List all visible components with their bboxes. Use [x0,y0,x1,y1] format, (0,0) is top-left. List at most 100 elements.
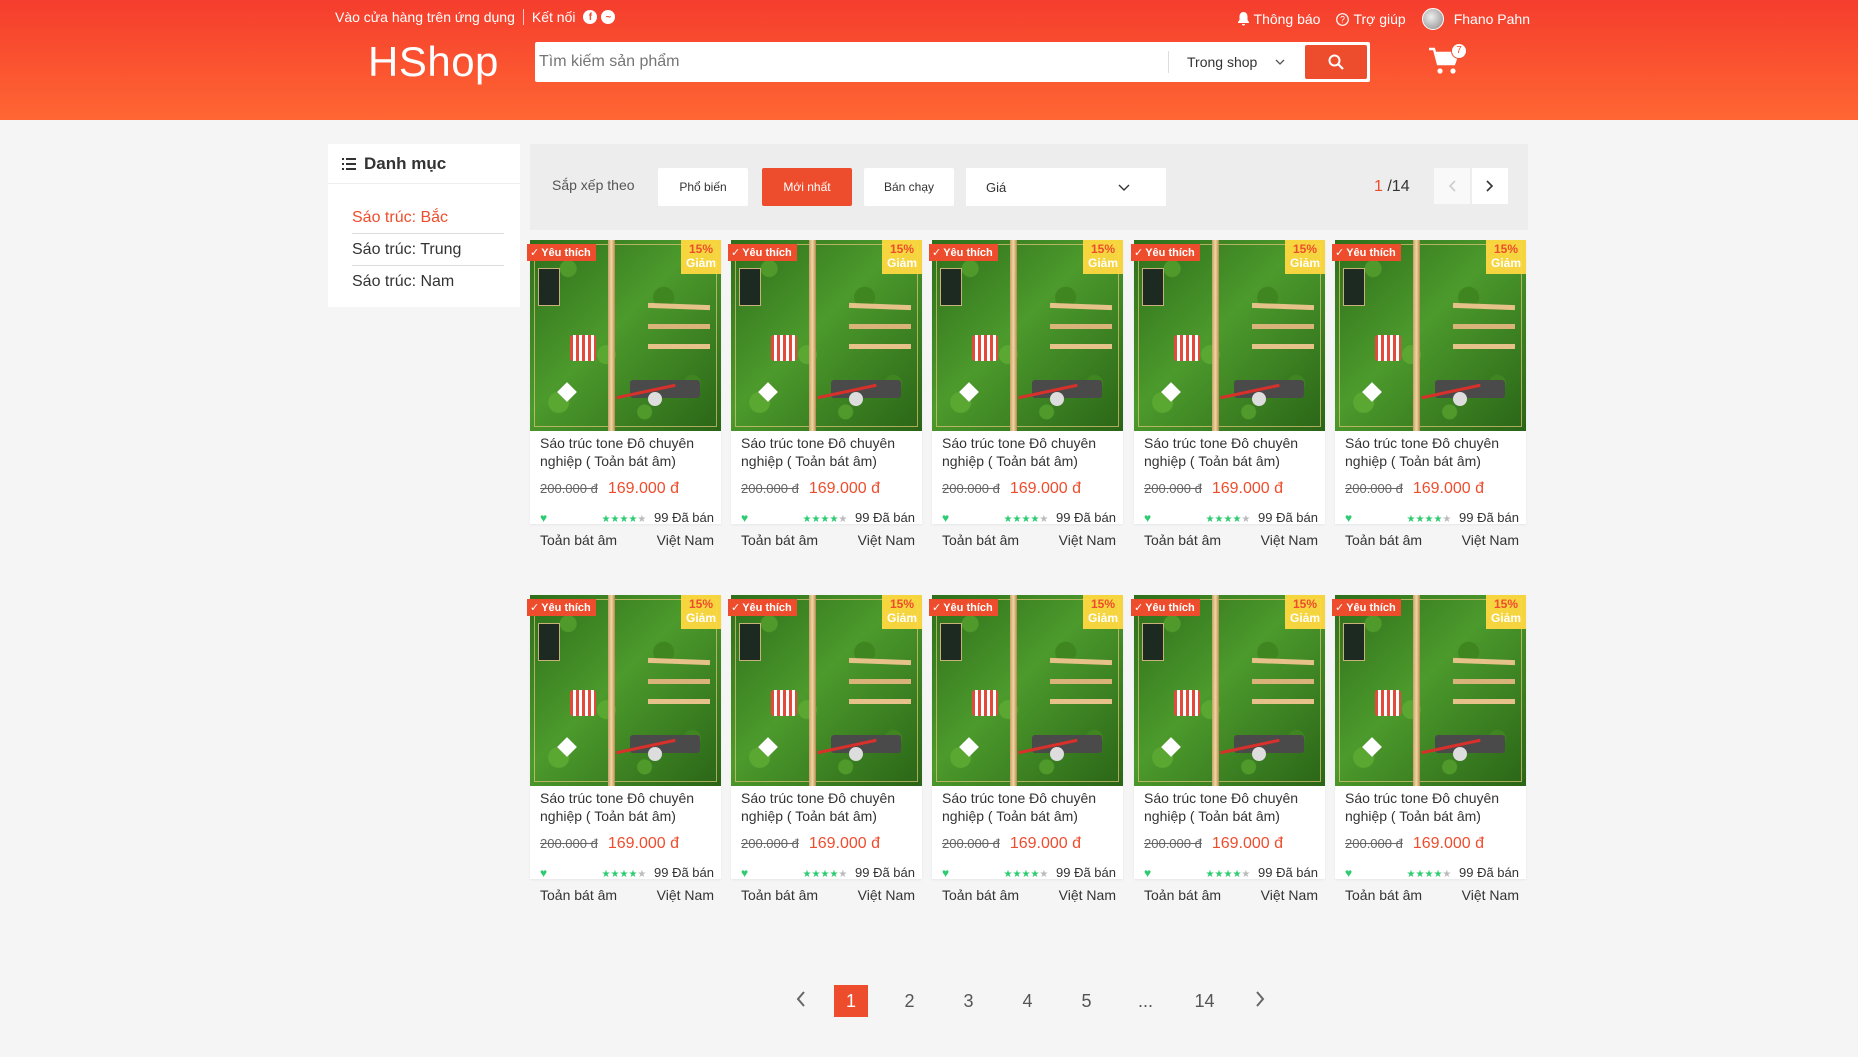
category-item-nam[interactable]: Sáo trúc: Nam [352,266,504,298]
pagination-page[interactable]: 4 [998,991,1057,1012]
pagination-page[interactable]: 3 [939,991,998,1012]
old-price: 200.000 đ [540,481,598,496]
favorite-badge: ✓ Yêu thích [728,244,797,261]
check-icon: ✓ [731,247,741,259]
next-page-button[interactable] [1472,168,1508,204]
category-item-bac[interactable]: Sáo trúc: Bắc [352,202,504,234]
notifications-link[interactable]: Thông báo [1237,11,1321,27]
heart-icon[interactable]: ♥ [540,866,547,880]
chevron-left-icon [1448,180,1456,192]
app-promo-link[interactable]: Vào cửa hàng trên ứng dụng [335,9,515,25]
favorite-badge: ✓ Yêu thích [527,599,596,616]
pagination-page[interactable]: 1 [834,985,868,1017]
sort-price-select[interactable]: Giá [966,168,1166,206]
product-origin: Việt Nam [857,532,915,548]
product-name: Sáo trúc tone Đô chuyên nghiệp ( Toản bá… [741,790,896,824]
product-brand: Toản bát âm [741,532,819,548]
heart-icon[interactable]: ♥ [1144,866,1151,880]
old-price: 200.000 đ [942,836,1000,851]
product-footer: Toản bát âm Việt Nam [741,532,915,548]
product-card[interactable]: ✓ Yêu thích 15% Giảm Sáo trúc tone Đô ch… [1131,595,1325,903]
product-footer: Toản bát âm Việt Nam [1144,887,1318,903]
pagination-page[interactable]: 14 [1175,991,1234,1012]
current-price: 169.000 đ [607,480,680,497]
rating-stars: ★★★★★ [1003,869,1049,880]
help-link[interactable]: ? Trợ giúp [1336,11,1406,27]
product-prices: 200.000 đ 169.000 đ [741,480,880,498]
user-menu[interactable]: Fhano Pahn [1421,8,1530,30]
category-item-trung[interactable]: Sáo trúc: Trung [352,234,504,266]
connect-label: Kết nối [531,9,576,25]
heart-icon[interactable]: ♥ [1144,511,1151,525]
product-name: Sáo trúc tone Đô chuyên nghiệp ( Toản bá… [741,435,896,469]
search-input[interactable] [539,42,1159,82]
discount-percent: 15% [688,597,714,611]
notifications-label: Thông báo [1253,11,1321,27]
heart-icon[interactable]: ♥ [942,866,949,880]
messenger-icon[interactable]: ~ [601,10,616,24]
product-card[interactable]: ✓ Yêu thích 15% Giảm Sáo trúc tone Đô ch… [1332,240,1526,548]
search-scope-select[interactable]: Trong shop [1187,54,1285,70]
product-meta: ♥ ★★★★★ 99 Đã bán [1144,865,1318,880]
product-origin: Việt Nam [857,887,915,903]
page-total: /14 [1387,178,1410,195]
sort-bestselling-button[interactable]: Bán chạy [864,168,954,206]
discount-percent: 15% [889,242,915,256]
old-price: 200.000 đ [1345,481,1403,496]
rating-stars: ★★★★★ [601,514,647,525]
pagination-page[interactable]: 2 [880,991,939,1012]
prev-page-button[interactable] [1434,168,1470,204]
product-footer: Toản bát âm Việt Nam [741,887,915,903]
rating-stars: ★★★★★ [1406,514,1452,525]
heart-icon[interactable]: ♥ [540,511,547,525]
product-meta: ♥ ★★★★★ 99 Đã bán [1144,510,1318,525]
discount-badge: 15% Giảm [1285,595,1325,629]
sort-label: Sắp xếp theo [552,177,635,193]
pagination-prev-button[interactable] [780,990,822,1012]
favorite-badge: ✓ Yêu thích [929,599,998,616]
check-icon: ✓ [731,602,741,614]
product-brand: Toản bát âm [1345,532,1423,548]
current-price: 169.000 đ [1009,835,1082,852]
heart-icon[interactable]: ♥ [1345,866,1352,880]
product-card[interactable]: ✓ Yêu thích 15% Giảm Sáo trúc tone Đô ch… [527,595,721,903]
product-card[interactable]: ✓ Yêu thích 15% Giảm Sáo trúc tone Đô ch… [728,595,922,903]
product-footer: Toản bát âm Việt Nam [1144,532,1318,548]
sort-popular-button[interactable]: Phổ biến [658,168,748,206]
product-card[interactable]: ✓ Yêu thích 15% Giảm Sáo trúc tone Đô ch… [728,240,922,548]
facebook-icon[interactable]: f [583,10,598,24]
product-prices: 200.000 đ 169.000 đ [1144,480,1283,498]
product-prices: 200.000 đ 169.000 đ [741,835,880,853]
product-origin: Việt Nam [1260,532,1318,548]
cart-button[interactable]: 7 [1428,43,1467,78]
heart-icon[interactable]: ♥ [942,511,949,525]
discount-badge: 15% Giảm [1083,240,1123,274]
logo[interactable]: HShop [368,38,499,86]
product-brand: Toản bát âm [942,887,1020,903]
sort-newest-button[interactable]: Mới nhất [762,168,852,206]
heart-icon[interactable]: ♥ [741,866,748,880]
heart-icon[interactable]: ♥ [1345,511,1352,525]
check-icon: ✓ [932,247,942,259]
product-brand: Toản bát âm [1345,887,1423,903]
product-meta: ♥ ★★★★★ 99 Đã bán [942,510,1116,525]
product-card[interactable]: ✓ Yêu thích 15% Giảm Sáo trúc tone Đô ch… [929,240,1123,548]
heart-icon[interactable]: ♥ [741,511,748,525]
product-card[interactable]: ✓ Yêu thích 15% Giảm Sáo trúc tone Đô ch… [929,595,1123,903]
product-name: Sáo trúc tone Đô chuyên nghiệp ( Toản bá… [1345,435,1500,469]
pagination-next-button[interactable] [1234,990,1286,1012]
old-price: 200.000 đ [1144,481,1202,496]
sold-count: 99 Đã bán [654,865,714,880]
favorite-badge: ✓ Yêu thích [1332,599,1401,616]
search-button[interactable] [1305,45,1367,79]
product-brand: Toản bát âm [741,887,819,903]
product-card[interactable]: ✓ Yêu thích 15% Giảm Sáo trúc tone Đô ch… [1131,240,1325,548]
product-footer: Toản bát âm Việt Nam [540,887,714,903]
product-card[interactable]: ✓ Yêu thích 15% Giảm Sáo trúc tone Đô ch… [1332,595,1526,903]
discount-label: Giảm [1490,256,1521,270]
product-name: Sáo trúc tone Đô chuyên nghiệp ( Toản bá… [942,435,1097,469]
pagination-page[interactable]: 5 [1057,991,1116,1012]
search-bar: Trong shop [535,42,1370,82]
product-card[interactable]: ✓ Yêu thích 15% Giảm Sáo trúc tone Đô ch… [527,240,721,548]
current-price: 169.000 đ [808,835,881,852]
